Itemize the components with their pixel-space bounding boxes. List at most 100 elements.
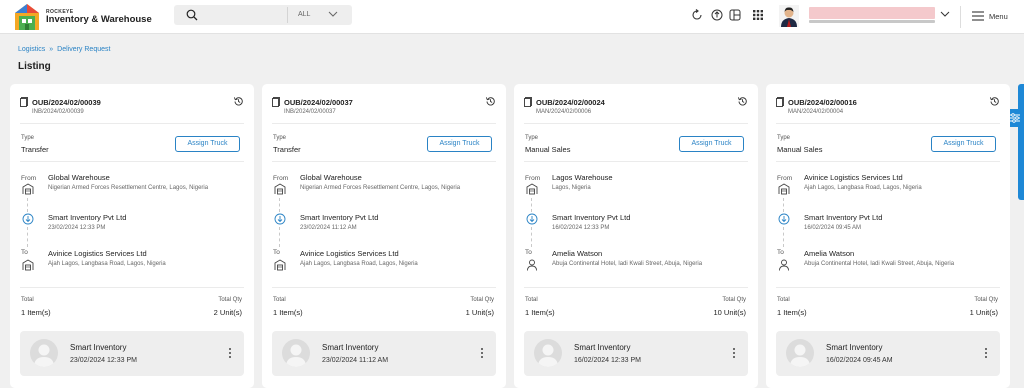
total-items: 1 Item(s) <box>273 308 303 317</box>
delivery-card[interactable]: OUB/2024/02/00024 MAN/2024/02/00006 Type… <box>514 84 758 388</box>
assign-truck-button[interactable]: Assign Truck <box>679 136 744 152</box>
user-name-redacted[interactable] <box>809 7 935 19</box>
to-address: Ajah Lagos, Langbasa Road, Lagos, Nigeri… <box>300 261 418 267</box>
avatar-placeholder-icon <box>286 344 306 367</box>
divider <box>524 161 748 162</box>
handler-name: Smart Inventory Pvt Ltd <box>48 213 127 222</box>
avatar <box>786 339 814 367</box>
history-icon[interactable] <box>233 96 244 107</box>
to-address: Abuja Continental Hotel, ladi Kwali Stre… <box>804 261 955 267</box>
divider <box>776 161 1000 162</box>
chevron-down-icon[interactable] <box>328 10 338 18</box>
layout-icon[interactable] <box>729 9 741 21</box>
divider <box>272 161 496 162</box>
user-avatar[interactable] <box>779 5 799 27</box>
history-icon[interactable] <box>989 96 1000 107</box>
divider <box>776 287 1000 288</box>
total-qty-label: Total Qty <box>470 297 494 303</box>
type-label: Type <box>273 135 287 141</box>
more-options-icon[interactable] <box>480 346 484 360</box>
footer-date: 23/02/2024 11:12 AM <box>322 357 389 364</box>
outbound-ref[interactable]: OUB/2024/02/00039 <box>32 98 101 107</box>
to-label: To <box>777 249 784 256</box>
total-qty-label: Total Qty <box>218 297 242 303</box>
from-label: From <box>21 175 37 182</box>
refresh-icon[interactable] <box>691 9 703 21</box>
type-label: Type <box>777 135 791 141</box>
assign-truck-button[interactable]: Assign Truck <box>931 136 996 152</box>
outbound-ref[interactable]: OUB/2024/02/00016 <box>788 98 857 107</box>
card-footer: Smart Inventory 23/02/2024 11:12 AM <box>272 331 496 376</box>
total-label: Total <box>21 297 34 303</box>
source-ref: MAN/2024/02/00006 <box>536 109 592 115</box>
outbound-ref[interactable]: OUB/2024/02/00024 <box>536 98 605 107</box>
avatar-placeholder-icon <box>790 344 810 367</box>
warehouse-icon <box>22 259 34 271</box>
divider <box>776 123 1000 124</box>
more-options-icon[interactable] <box>228 346 232 360</box>
arrow-down-circle-icon <box>274 213 286 225</box>
breadcrumb-logistics[interactable]: Logistics <box>18 46 45 53</box>
to-label: To <box>525 249 532 256</box>
handler-date: 16/02/2024 12:33 PM <box>552 225 610 231</box>
source-ref: INB/2024/02/00039 <box>32 109 84 115</box>
total-items: 1 Item(s) <box>525 308 555 317</box>
warehouse-icon <box>274 259 286 271</box>
outbound-ref[interactable]: OUB/2024/02/00037 <box>284 98 353 107</box>
from-label: From <box>777 175 793 182</box>
type-label: Type <box>21 135 35 141</box>
delivery-card[interactable]: OUB/2024/02/00039 INB/2024/02/00039 Type… <box>10 84 254 388</box>
document-icon <box>272 97 280 107</box>
menu-label[interactable]: Menu <box>989 12 1008 21</box>
card-footer: Smart Inventory 23/02/2024 12:33 PM <box>20 331 244 376</box>
total-label: Total <box>525 297 538 303</box>
handler-date: 23/02/2024 12:33 PM <box>48 225 106 231</box>
footer-date: 16/02/2024 12:33 PM <box>574 357 641 364</box>
total-label: Total <box>273 297 286 303</box>
page-title: Listing <box>18 61 51 72</box>
to-name: Amelia Watson <box>804 249 855 258</box>
search-scope-select[interactable]: ALL <box>298 11 310 18</box>
footer-name: Smart Inventory <box>826 343 883 352</box>
upload-icon[interactable] <box>711 9 723 21</box>
hamburger-menu-icon[interactable] <box>972 11 984 21</box>
divider <box>524 123 748 124</box>
route-line <box>279 198 280 212</box>
total-items: 1 Item(s) <box>777 308 807 317</box>
route-line <box>27 227 28 247</box>
chevron-down-icon[interactable] <box>940 10 950 18</box>
house-logo-icon[interactable] <box>14 3 40 31</box>
from-label: From <box>525 175 541 182</box>
to-name: Amelia Watson <box>552 249 603 258</box>
assign-truck-button[interactable]: Assign Truck <box>427 136 492 152</box>
total-qty: 2 Unit(s) <box>213 308 242 317</box>
history-icon[interactable] <box>485 96 496 107</box>
route-line <box>279 227 280 247</box>
avatar <box>282 339 310 367</box>
more-options-icon[interactable] <box>984 346 988 360</box>
footer-date: 23/02/2024 12:33 PM <box>70 357 137 364</box>
delivery-card[interactable]: OUB/2024/02/00016 MAN/2024/02/00004 Type… <box>766 84 1010 388</box>
type-label: Type <box>525 135 539 141</box>
source-ref: MAN/2024/02/00004 <box>788 109 844 115</box>
apps-grid-icon[interactable] <box>752 9 764 21</box>
to-label: To <box>21 249 28 256</box>
total-qty-label: Total Qty <box>722 297 746 303</box>
breadcrumb-separator-icon: » <box>49 46 54 53</box>
search-icon[interactable] <box>186 9 198 21</box>
breadcrumb-delivery-request[interactable]: Delivery Request <box>57 46 110 53</box>
top-bar: ROCKEYE Inventory & Warehouse ALL Menu <box>0 0 1024 34</box>
divider <box>20 287 244 288</box>
to-address: Abuja Continental Hotel, ladi Kwali Stre… <box>552 261 703 267</box>
more-options-icon[interactable] <box>732 346 736 360</box>
search-bar[interactable] <box>174 5 352 25</box>
total-qty: 1 Unit(s) <box>465 308 494 317</box>
from-name: Avinice Logistics Services Ltd <box>804 173 903 182</box>
handler-date: 23/02/2024 11:12 AM <box>300 225 357 231</box>
delivery-card[interactable]: OUB/2024/02/00037 INB/2024/02/00037 Type… <box>262 84 506 388</box>
document-icon <box>524 97 532 107</box>
assign-truck-button[interactable]: Assign Truck <box>175 136 240 152</box>
warehouse-icon <box>526 183 538 195</box>
warehouse-icon <box>274 183 286 195</box>
history-icon[interactable] <box>737 96 748 107</box>
